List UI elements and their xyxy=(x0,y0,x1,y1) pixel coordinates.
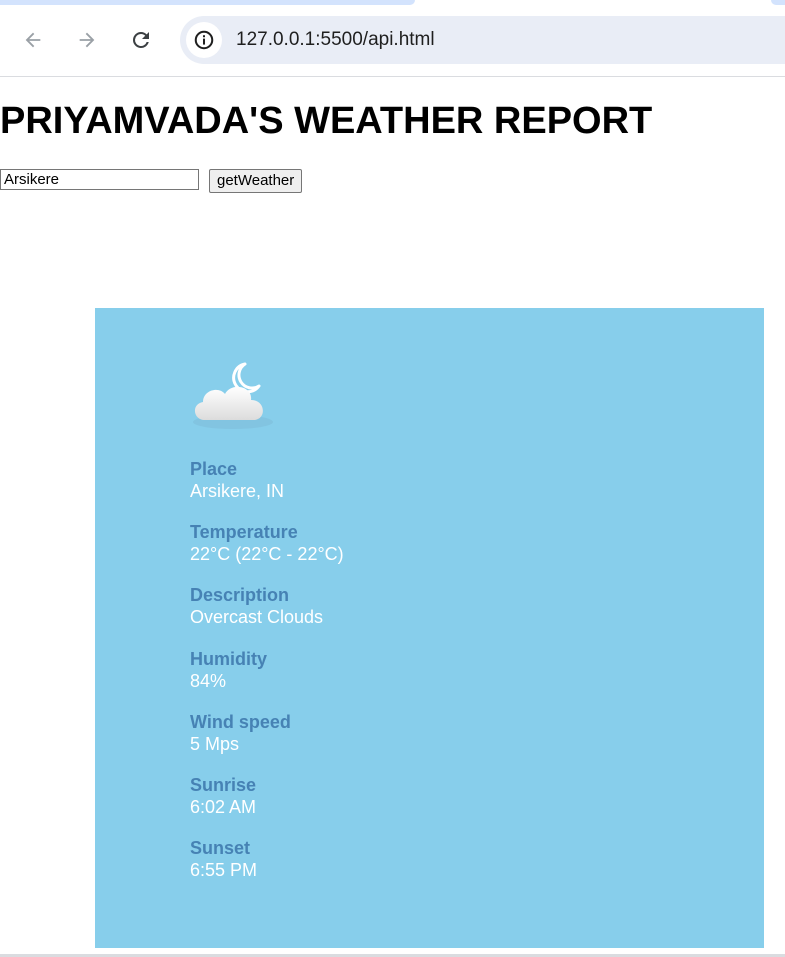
place-label: Place xyxy=(190,459,238,479)
active-tab-edge[interactable] xyxy=(0,0,415,5)
reload-button[interactable] xyxy=(123,22,159,58)
city-input[interactable] xyxy=(0,169,199,190)
reload-icon xyxy=(133,31,149,48)
arrow-left-icon xyxy=(25,32,41,48)
sunset-field: Sunset 6:55 PM xyxy=(190,837,257,881)
night-cloud-icon xyxy=(193,362,273,429)
temperature-value: 22°C (22°C - 22°C) xyxy=(190,544,344,564)
humidity-value: 84% xyxy=(190,671,227,691)
humidity-label: Humidity xyxy=(190,649,268,669)
info-icon xyxy=(194,30,214,50)
description-value: Overcast Clouds xyxy=(190,607,324,627)
page-title: PRIYAMVADA'S WEATHER REPORT xyxy=(0,100,653,142)
site-info-button[interactable] xyxy=(186,22,222,58)
wind-speed-value: 5 Mps xyxy=(190,734,240,754)
forward-button[interactable] xyxy=(69,22,105,58)
get-weather-button[interactable]: getWeather xyxy=(209,169,303,193)
temperature-field: Temperature 22°C (22°C - 22°C) xyxy=(190,521,344,565)
sunset-label: Sunset xyxy=(190,838,251,858)
temperature-label: Temperature xyxy=(190,522,298,542)
tab-edge-right xyxy=(771,0,785,5)
address-bar[interactable]: 127.0.0.1:5500/api.html xyxy=(180,16,785,64)
back-button[interactable] xyxy=(15,22,51,58)
description-field: Description Overcast Clouds xyxy=(190,584,323,628)
page-content: PRIYAMVADA'S WEATHER REPORT getWeather P… xyxy=(0,77,785,955)
sunset-value: 6:55 PM xyxy=(190,860,258,880)
sunrise-label: Sunrise xyxy=(190,775,257,795)
description-label: Description xyxy=(190,585,290,605)
place-field: Place Arsikere, IN xyxy=(190,458,284,502)
tab-strip xyxy=(0,0,785,6)
wind-speed-field: Wind speed 5 Mps xyxy=(190,711,291,755)
humidity-field: Humidity 84% xyxy=(190,648,267,692)
weather-card: Place Arsikere, IN Temperature 22°C (22°… xyxy=(95,308,764,948)
sunrise-value: 6:02 AM xyxy=(190,797,257,817)
arrow-right-icon xyxy=(79,32,95,48)
sunrise-field: Sunrise 6:02 AM xyxy=(190,774,256,818)
wind-speed-label: Wind speed xyxy=(190,712,291,732)
browser-toolbar: 127.0.0.1:5500/api.html xyxy=(0,0,785,77)
url-text[interactable]: 127.0.0.1:5500/api.html xyxy=(236,29,435,51)
place-value: Arsikere, IN xyxy=(190,481,285,501)
